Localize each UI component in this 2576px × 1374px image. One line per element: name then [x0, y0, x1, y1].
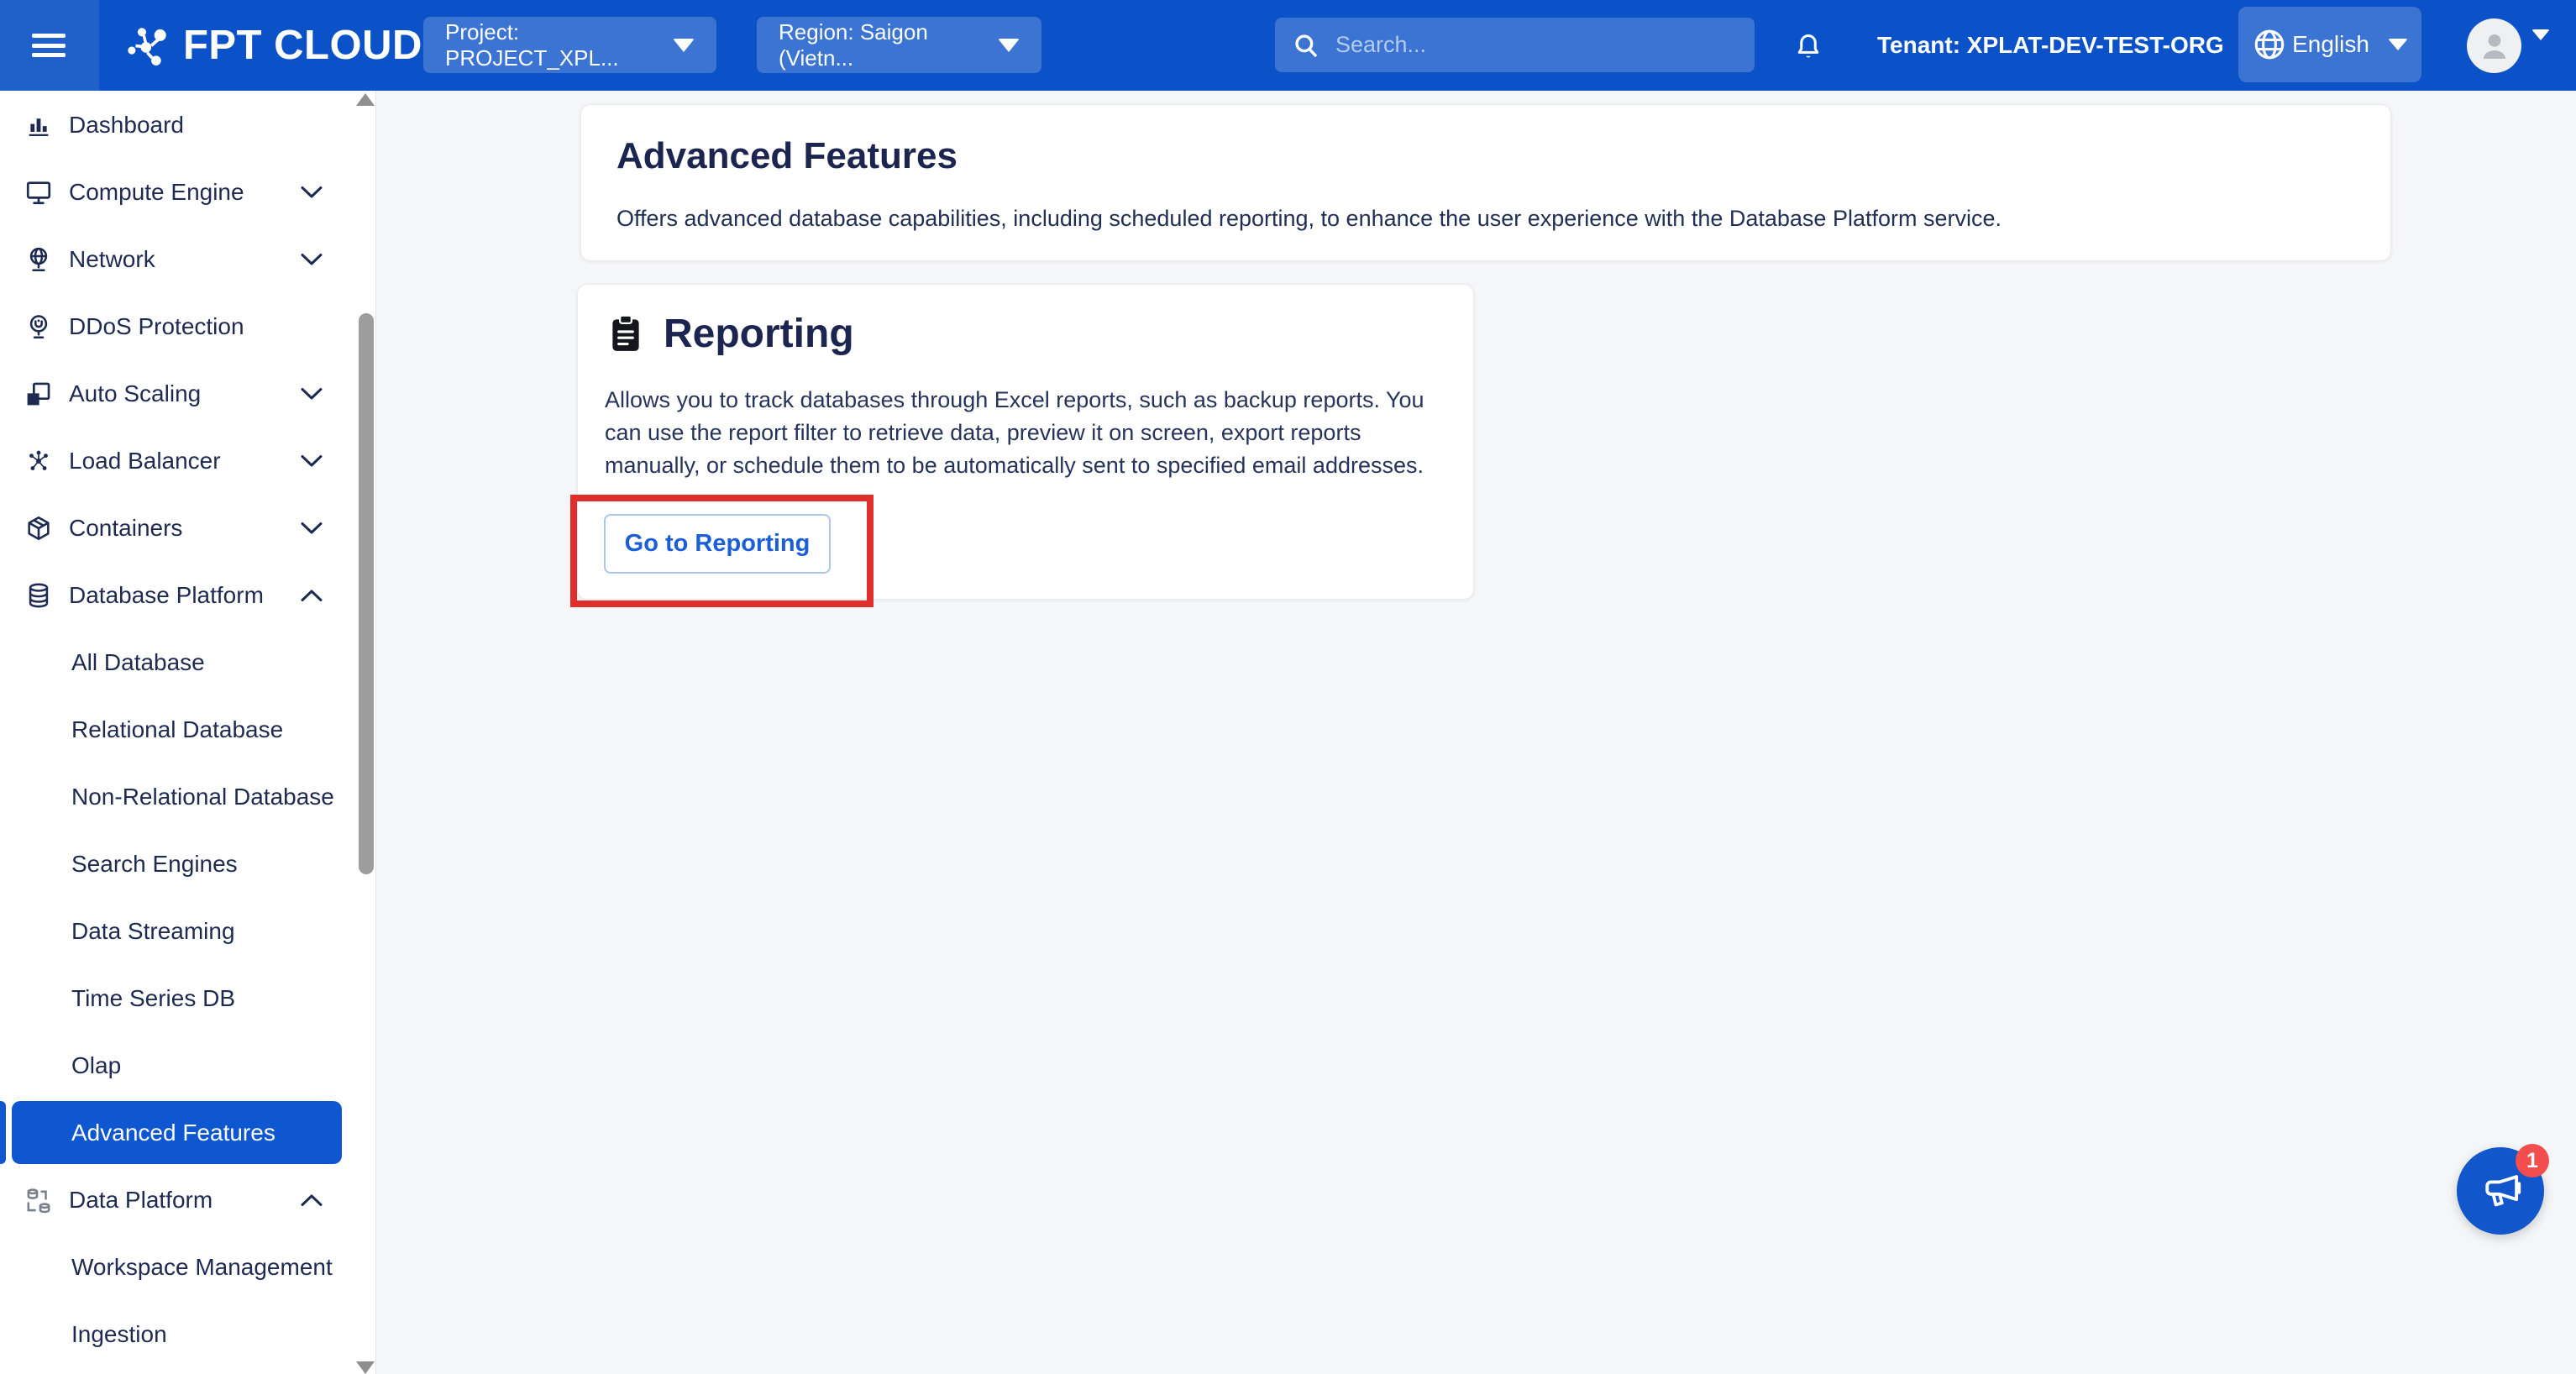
sidebar-item-label: Database Platform	[69, 582, 264, 609]
chevron-down-icon	[300, 386, 323, 401]
sidebar-item-label: Workspace Management	[71, 1254, 333, 1281]
fpt-cloud-console: FPT CLOUD Project: PROJECT_XPL... Region…	[0, 0, 2576, 1374]
sidebar-item-containers[interactable]: Containers	[0, 495, 376, 562]
megaphone-icon	[2478, 1168, 2523, 1214]
person-icon	[2477, 29, 2512, 64]
load-balancer-icon	[23, 445, 55, 477]
sidebar-item-label: Advanced Features	[71, 1120, 275, 1146]
region-selector[interactable]: Region: Saigon (Vietn...	[757, 17, 1041, 73]
sidebar-item-relational-database[interactable]: Relational Database	[0, 696, 376, 763]
sidebar-item-label: Data Streaming	[71, 918, 235, 945]
sidebar-item-label: Time Series DB	[71, 985, 235, 1012]
sidebar-item-ddos-protection[interactable]: DDoS Protection	[0, 293, 376, 360]
sidebar-item-label: Dashboard	[69, 112, 184, 139]
advanced-features-header-card: Advanced Features Offers advanced databa…	[580, 104, 2391, 261]
sidebar-item-label: Relational Database	[71, 716, 283, 743]
top-navigation-bar: FPT CLOUD Project: PROJECT_XPL... Region…	[0, 0, 2576, 91]
go-to-reporting-button[interactable]: Go to Reporting	[604, 514, 831, 574]
main-content: Advanced Features Offers advanced databa…	[376, 91, 2576, 1374]
sidebar-item-label: All Database	[71, 649, 205, 676]
sidebar-item-search-engines[interactable]: Search Engines	[0, 831, 376, 898]
sidebar-item-label: Non-Relational Database	[71, 784, 334, 810]
compute-engine-icon	[23, 176, 55, 208]
search-input[interactable]	[1335, 32, 1738, 58]
reporting-card: Reporting Allows you to track databases …	[577, 284, 1474, 600]
fpt-molecule-icon	[119, 21, 175, 70]
brand-name: FPT CLOUD	[183, 22, 422, 69]
region-selector-label: Region: Saigon (Vietn...	[779, 19, 974, 71]
project-selector-label: Project: PROJECT_XPL...	[445, 19, 649, 71]
sidebar-item-olap[interactable]: Olap	[0, 1032, 376, 1099]
sidebar-item-database-platform[interactable]: Database Platform	[0, 562, 376, 629]
hamburger-icon	[32, 34, 66, 57]
reporting-card-description: Allows you to track databases through Ex…	[605, 384, 1445, 482]
page-title: Advanced Features	[616, 135, 2355, 177]
chevron-down-icon	[300, 185, 323, 200]
brand-logo: FPT CLOUD	[119, 0, 422, 91]
sidebar-item-label: Search Engines	[71, 851, 238, 878]
sidebar-item-label: Compute Engine	[69, 179, 244, 206]
sidebar-item-label: DDoS Protection	[69, 313, 244, 340]
chevron-down-icon	[300, 521, 323, 536]
user-menu-toggle[interactable]	[2531, 40, 2550, 55]
tenant-selector-label: Tenant: XPLAT-DEV-TEST-ORG	[1877, 32, 2224, 59]
dashboard-icon	[23, 109, 55, 141]
sidebar-item-dashboard[interactable]: Dashboard	[0, 92, 376, 159]
sidebar-item-label: Olap	[71, 1052, 121, 1079]
menu-toggle-button[interactable]	[0, 0, 99, 91]
sidebar-item-time-series-db[interactable]: Time Series DB	[0, 965, 376, 1032]
sidebar-item-data-streaming[interactable]: Data Streaming	[0, 898, 376, 965]
sidebar-item-ingestion[interactable]: Ingestion	[0, 1301, 376, 1368]
notifications-bell-icon[interactable]	[1792, 29, 1824, 66]
chevron-down-icon	[2531, 29, 2550, 55]
database-icon	[23, 579, 55, 611]
data-platform-icon	[23, 1184, 55, 1216]
sidebar-item-data-platform[interactable]: Data Platform	[0, 1167, 376, 1234]
sidebar-item-network[interactable]: Network	[0, 226, 376, 293]
auto-scaling-icon	[23, 378, 55, 410]
sidebar-item-label: Data Platform	[69, 1187, 212, 1214]
network-globe-icon	[23, 244, 55, 275]
project-selector[interactable]: Project: PROJECT_XPL...	[423, 17, 716, 73]
sidebar-item-load-balancer[interactable]: Load Balancer	[0, 427, 376, 495]
user-avatar[interactable]	[2467, 18, 2521, 73]
language-selector[interactable]: English	[2238, 7, 2421, 82]
chevron-up-icon	[300, 588, 323, 603]
sidebar-item-label: Auto Scaling	[69, 380, 201, 407]
globe-icon	[2252, 27, 2287, 62]
sidebar-scroll-up-arrow[interactable]	[356, 93, 375, 106]
page-description: Offers advanced database capabilities, i…	[616, 206, 2355, 232]
chevron-down-icon	[673, 39, 695, 52]
clipboard-icon	[605, 310, 647, 357]
ddos-shield-icon	[23, 311, 55, 343]
sidebar-item-workspace-management[interactable]: Workspace Management	[0, 1234, 376, 1301]
sidebar-item-label: Network	[69, 246, 155, 273]
tenant-selector[interactable]: Tenant: XPLAT-DEV-TEST-ORG	[1877, 0, 2258, 91]
language-label: English	[2292, 31, 2369, 58]
sidebar-scroll-down-arrow[interactable]	[356, 1361, 375, 1374]
chevron-down-icon	[300, 252, 323, 267]
sidebar-item-label: Containers	[69, 515, 182, 542]
sidebar-item-all-database[interactable]: All Database	[0, 629, 376, 696]
sidebar-item-compute-engine[interactable]: Compute Engine	[0, 159, 376, 226]
reporting-card-title: Reporting	[664, 311, 854, 357]
chevron-down-icon	[2388, 39, 2408, 50]
sidebar-item-auto-scaling[interactable]: Auto Scaling	[0, 360, 376, 427]
chevron-down-icon	[998, 39, 1020, 52]
sidebar-item-label: Load Balancer	[69, 448, 221, 475]
sidebar-item-advanced-features[interactable]: Advanced Features	[0, 1099, 376, 1167]
chevron-down-icon	[300, 454, 323, 469]
search-icon	[1292, 31, 1320, 60]
sidebar-navigation: Dashboard Compute Engine Network DDoS Pr…	[0, 91, 376, 1374]
sidebar-scrollbar-thumb[interactable]	[359, 313, 374, 874]
global-search	[1275, 18, 1755, 72]
sidebar-item-non-relational-database[interactable]: Non-Relational Database	[0, 763, 376, 831]
container-box-icon	[23, 512, 55, 544]
sidebar-item-label: Ingestion	[71, 1321, 167, 1348]
chevron-up-icon	[300, 1193, 323, 1208]
notification-count-badge: 1	[2516, 1144, 2549, 1177]
